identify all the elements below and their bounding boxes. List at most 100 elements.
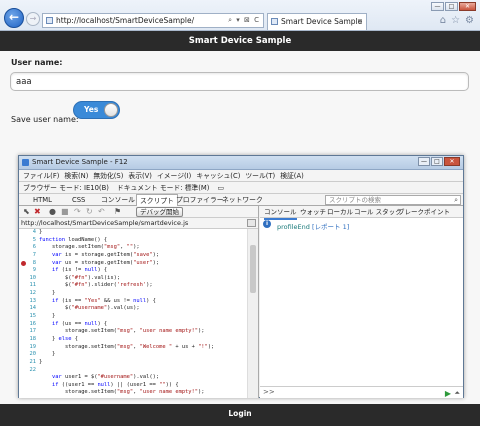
exceptions-icon[interactable]: ⚑ bbox=[114, 207, 121, 216]
browser-tab[interactable]: Smart Device Sample ✕ bbox=[267, 13, 367, 30]
save-username-toggle[interactable]: Yes bbox=[73, 101, 120, 119]
line-number[interactable]: 18 bbox=[19, 336, 39, 344]
devtools-menu-item[interactable]: イメージ(I) bbox=[157, 170, 191, 181]
code-line[interactable]: 8 var us = storage.getItem("user"); bbox=[19, 260, 247, 268]
code-line[interactable]: 20 } bbox=[19, 351, 247, 359]
rtab-locals[interactable]: ローカル bbox=[327, 206, 353, 218]
rtab-watch[interactable]: ウォッチ bbox=[300, 206, 326, 218]
code-line[interactable]: if ((user1 == null) || (user1 == "")) { bbox=[19, 382, 247, 390]
rtab-callstack[interactable]: コール スタック bbox=[354, 206, 402, 218]
devtools-menu-item[interactable]: ツール(T) bbox=[245, 170, 275, 181]
step-out-icon[interactable]: ↶ bbox=[98, 207, 105, 216]
code-line[interactable]: 17 storage.setItem("msg", "user name emp… bbox=[19, 328, 247, 336]
devtools-maximize-button[interactable]: □ bbox=[431, 157, 443, 166]
line-number[interactable]: 11 bbox=[19, 282, 39, 290]
document-mode[interactable]: ドキュメント モード: 標準(M) bbox=[117, 182, 210, 193]
line-number[interactable]: 10 bbox=[19, 275, 39, 283]
line-number[interactable]: 15 bbox=[19, 313, 39, 321]
console-report-link[interactable]: [レポート 1] bbox=[312, 223, 349, 231]
line-number[interactable]: 22 bbox=[19, 367, 39, 375]
code-line[interactable]: 19 storage.setItem("msg", "Welcome " + u… bbox=[19, 344, 247, 352]
run-icon[interactable]: ▶ bbox=[445, 388, 451, 399]
line-number[interactable]: 16 bbox=[19, 321, 39, 329]
code-scrollbar[interactable] bbox=[247, 229, 258, 398]
code-line[interactable]: 22 bbox=[19, 367, 247, 375]
code-line[interactable]: 6 storage.setItem("msg", ""); bbox=[19, 244, 247, 252]
code-line[interactable]: storage.setItem("msg", "user name empty!… bbox=[19, 389, 247, 397]
layout-icon[interactable]: ▭ bbox=[217, 182, 223, 193]
tab-network[interactable]: ネットワーク bbox=[222, 194, 263, 206]
code-line[interactable]: 16 if (us == null) { bbox=[19, 321, 247, 329]
line-number[interactable]: 12 bbox=[19, 290, 39, 298]
search-icon[interactable]: ⌕ bbox=[454, 196, 458, 204]
code-scrollbar-thumb[interactable] bbox=[250, 245, 256, 293]
tab-css[interactable]: CSS bbox=[72, 194, 85, 206]
code-line[interactable]: 9 if (is != null) { bbox=[19, 267, 247, 275]
devtools-menu-item[interactable]: 無効化(S) bbox=[93, 170, 123, 181]
code-line[interactable]: var user1 = $("#username").val(); bbox=[19, 374, 247, 382]
code-line[interactable]: 11 $("#fn").slider('refresh'); bbox=[19, 282, 247, 290]
address-tools[interactable]: ⌕ ▾ ⊠ C bbox=[228, 14, 260, 27]
step-into-icon[interactable]: ↷ bbox=[74, 207, 81, 216]
script-file-selector[interactable]: http://localhost/SmartDeviceSample/smart… bbox=[19, 218, 258, 229]
code-line[interactable]: 5 function loadName() { bbox=[19, 237, 247, 245]
line-number[interactable]: 19 bbox=[19, 344, 39, 352]
tab-html[interactable]: HTML bbox=[33, 194, 52, 206]
tab-close-icon[interactable]: ✕ bbox=[357, 14, 363, 29]
file-dropdown-icon[interactable] bbox=[247, 219, 256, 227]
line-number[interactable]: 9 bbox=[19, 267, 39, 275]
forward-arrow-icon[interactable]: → bbox=[26, 12, 40, 26]
code-line[interactable]: 21} bbox=[19, 359, 247, 367]
code-view[interactable]: 4} 5 function loadName() {6 storage.setIte… bbox=[19, 229, 247, 398]
step-over-icon[interactable]: ↻ bbox=[86, 207, 93, 216]
tab-script[interactable]: スクリプト bbox=[136, 194, 178, 206]
breakpoint-icon[interactable]: ● bbox=[49, 207, 56, 216]
home-icon[interactable]: ⌂ bbox=[440, 15, 446, 26]
devtools-menu-item[interactable]: 表示(V) bbox=[128, 170, 152, 181]
back-arrow-icon[interactable]: ← bbox=[4, 8, 24, 28]
rtab-breakpoints[interactable]: ブレークポイント bbox=[398, 206, 450, 218]
code-line[interactable]: 12 } bbox=[19, 290, 247, 298]
star-icon[interactable]: ☆ bbox=[451, 15, 460, 26]
line-number[interactable]: 20 bbox=[19, 351, 39, 359]
devtools-close-button[interactable]: ✕ bbox=[444, 157, 460, 166]
devtools-menu-item[interactable]: キャッシュ(C) bbox=[196, 170, 240, 181]
expand-icon[interactable]: ⏶ bbox=[454, 388, 460, 399]
line-number[interactable]: 4 bbox=[19, 229, 39, 237]
username-input[interactable] bbox=[10, 72, 469, 91]
code-line[interactable]: 18 } else { bbox=[19, 336, 247, 344]
close-button[interactable]: ✕ bbox=[459, 2, 476, 11]
browser-mode[interactable]: ブラウザー モード: IE10(B) bbox=[23, 182, 109, 193]
devtools-menu-item[interactable]: 検証(A) bbox=[280, 170, 304, 181]
code-line[interactable]: 4} bbox=[19, 229, 247, 237]
line-number[interactable]: 7 bbox=[19, 252, 39, 260]
start-debugging-button[interactable]: デバッグ開始 bbox=[136, 207, 183, 217]
stop-icon[interactable]: ■ bbox=[61, 207, 69, 216]
tab-profiler[interactable]: プロファイラー bbox=[176, 194, 224, 206]
line-number[interactable]: 6 bbox=[19, 244, 39, 252]
address-bar[interactable]: http://localhost/SmartDeviceSample/ ⌕ ▾ … bbox=[42, 13, 264, 28]
minimize-button[interactable]: — bbox=[431, 2, 444, 11]
gear-icon[interactable]: ⚙ bbox=[465, 15, 474, 26]
code-line[interactable]: 7 var is = storage.getItem("save"); bbox=[19, 252, 247, 260]
console-input[interactable]: >> ▶ ⏶ bbox=[260, 386, 463, 398]
line-number[interactable]: 13 bbox=[19, 298, 39, 306]
line-number[interactable]: 5 bbox=[19, 237, 39, 245]
script-search-input[interactable]: スクリプトの検索 ⌕ bbox=[325, 195, 461, 205]
code-line[interactable]: 15 } bbox=[19, 313, 247, 321]
devtools-minimize-button[interactable]: — bbox=[418, 157, 430, 166]
code-line[interactable]: 13 if (is == "Yes" && us != null) { bbox=[19, 298, 247, 306]
line-number[interactable]: 14 bbox=[19, 305, 39, 313]
clear-icon[interactable]: ✖ bbox=[34, 207, 41, 216]
tab-console[interactable]: コンソール bbox=[101, 194, 135, 206]
code-line[interactable]: 14 $("#username").val(us); bbox=[19, 305, 247, 313]
code-line[interactable]: 10 $("#fn").val(is); bbox=[19, 275, 247, 283]
line-number[interactable]: 17 bbox=[19, 328, 39, 336]
select-icon[interactable]: ⬉ bbox=[23, 207, 30, 216]
devtools-menu-item[interactable]: ファイル(F) bbox=[23, 170, 59, 181]
maximize-button[interactable]: □ bbox=[445, 2, 458, 11]
toggle-knob[interactable] bbox=[104, 103, 118, 117]
line-number[interactable]: 21 bbox=[19, 359, 39, 367]
login-button[interactable]: Login bbox=[0, 404, 480, 426]
devtools-menu-item[interactable]: 検索(N) bbox=[64, 170, 88, 181]
